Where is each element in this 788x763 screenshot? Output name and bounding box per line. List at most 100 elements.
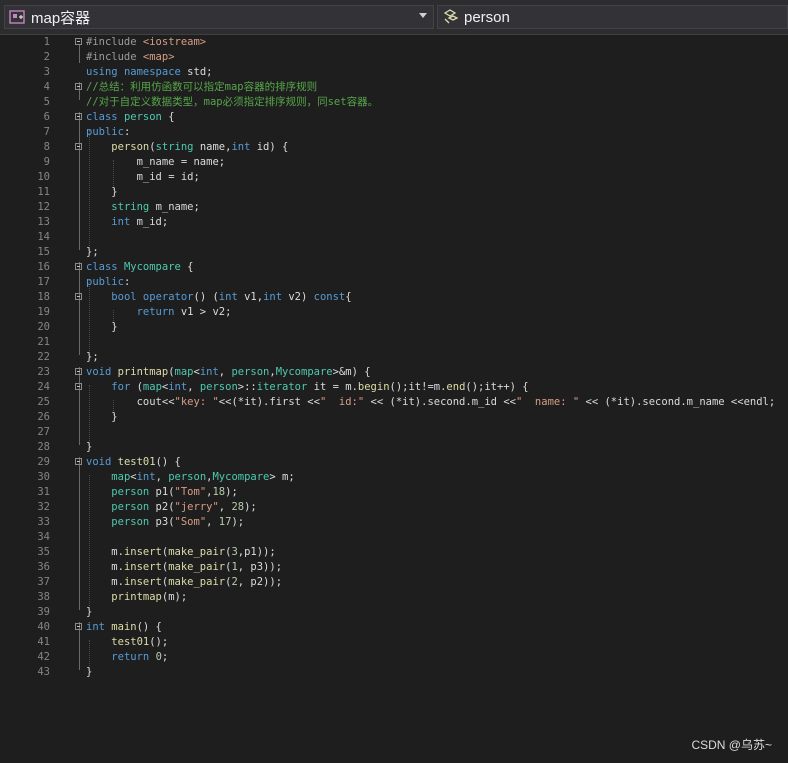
code-text: class person { <box>86 111 175 123</box>
code-text: class Mycompare { <box>86 261 194 273</box>
code-line[interactable]: 11 } <box>0 185 788 200</box>
line-number: 39 <box>37 606 50 618</box>
line-number: 24 <box>37 381 50 393</box>
code-line[interactable]: 9 m_name = name; <box>0 155 788 170</box>
code-editor[interactable]: 1 #include <iostream> 2 #include <map> 3 usin… <box>0 35 788 763</box>
navigation-bar: map容器 person <box>0 0 788 35</box>
collapse-toggle-icon[interactable] <box>75 38 82 45</box>
collapse-toggle-icon[interactable] <box>75 143 82 150</box>
code-text: test01(); <box>111 636 169 648</box>
code-line[interactable]: 37 m.insert(make_pair(2, p2)); <box>0 575 788 590</box>
code-text: m.insert(make_pair(3,p1)); <box>86 546 276 558</box>
line-number: 37 <box>37 576 50 588</box>
code-text: map<int, person,Mycompare> m; <box>111 471 295 483</box>
line-number: 14 <box>37 231 50 243</box>
code-line[interactable]: 14 <box>0 230 788 245</box>
code-line[interactable]: 38 printmap(m); <box>0 590 788 605</box>
code-line[interactable]: 40 int main() { <box>0 620 788 635</box>
code-line[interactable]: 29 void test01() { <box>0 455 788 470</box>
code-line[interactable]: 3 using namespace std; <box>0 65 788 80</box>
code-line[interactable]: 8 person(string name,int id) { <box>0 140 788 155</box>
collapse-toggle-icon[interactable] <box>75 113 82 120</box>
code-line[interactable]: 28} <box>0 440 788 455</box>
code-line[interactable]: 32 person p2("jerry", 28); <box>0 500 788 515</box>
line-number: 30 <box>37 471 50 483</box>
code-line[interactable]: 18 bool operator() (int v1,int v2) const… <box>0 290 788 305</box>
collapse-toggle-icon[interactable] <box>75 623 82 630</box>
line-number: 12 <box>37 201 50 213</box>
code-line[interactable]: 15}; <box>0 245 788 260</box>
code-line[interactable]: 2 #include <map> <box>0 50 788 65</box>
code-line[interactable]: 10 m_id = id; <box>0 170 788 185</box>
code-line[interactable]: 27 <box>0 425 788 440</box>
code-line[interactable]: 12 string m_name; <box>0 200 788 215</box>
code-line[interactable]: 43} <box>0 665 788 680</box>
collapse-toggle-icon[interactable] <box>75 458 82 465</box>
collapse-toggle-icon[interactable] <box>75 293 82 300</box>
line-number: 26 <box>37 411 50 423</box>
code-text: int main() { <box>86 621 162 633</box>
code-line[interactable]: 16 class Mycompare { <box>0 260 788 275</box>
code-line[interactable]: 22}; <box>0 350 788 365</box>
code-line[interactable]: 39} <box>0 605 788 620</box>
code-text: #include <iostream> <box>86 36 207 48</box>
code-line[interactable]: 4 //总结：利用仿函数可以指定map容器的排序规则 <box>0 80 788 95</box>
code-text: m.insert(make_pair(1, p3)); <box>86 561 283 573</box>
chevron-down-icon[interactable] <box>419 13 427 18</box>
code-line[interactable]: 26 } <box>0 410 788 425</box>
code-text: void test01() { <box>86 456 181 468</box>
collapse-toggle-icon[interactable] <box>75 383 82 390</box>
code-line[interactable]: 5 //对于自定义数据类型，map必须指定排序规则，同set容器。 <box>0 95 788 110</box>
line-number: 3 <box>43 66 50 78</box>
collapse-toggle-icon[interactable] <box>75 83 82 90</box>
code-line[interactable]: 31 person p1("Tom",18); <box>0 485 788 500</box>
code-line[interactable]: 23 void printmap(map<int, person,Mycompar… <box>0 365 788 380</box>
code-line[interactable]: 20 } <box>0 320 788 335</box>
code-line[interactable]: 13 int m_id; <box>0 215 788 230</box>
line-number: 9 <box>43 156 50 168</box>
code-line[interactable]: 30 map<int, person,Mycompare> m; <box>0 470 788 485</box>
watermark: CSDN @乌苏~ <box>691 738 772 752</box>
line-number: 20 <box>37 321 50 333</box>
code-text: } <box>86 321 118 333</box>
code-line[interactable]: 25 cout<<"key: "<<(*it).first <<" id:" <… <box>0 395 788 410</box>
code-text: person p2("jerry", 28); <box>111 501 257 513</box>
code-line[interactable]: 7 public: <box>0 125 788 140</box>
code-text: public: <box>86 276 131 288</box>
line-number: 33 <box>37 516 50 528</box>
code-text: //对于自定义数据类型，map必须指定排序规则，同set容器。 <box>86 96 379 108</box>
line-number: 31 <box>37 486 50 498</box>
code-text: person(string name,int id) { <box>111 141 289 153</box>
line-number: 23 <box>37 366 50 378</box>
collapse-toggle-icon[interactable] <box>75 368 82 375</box>
line-number: 40 <box>37 621 50 633</box>
line-number: 42 <box>37 651 50 663</box>
line-number: 28 <box>37 441 50 453</box>
code-line[interactable]: 1 #include <iostream> <box>0 35 788 50</box>
code-text: }; <box>86 246 99 258</box>
line-number: 2 <box>43 51 50 63</box>
code-line[interactable]: 41 test01(); <box>0 635 788 650</box>
scope-dropdown[interactable]: map容器 <box>4 5 434 29</box>
code-line[interactable]: 19 return v1 > v2; <box>0 305 788 320</box>
code-line[interactable]: 42 return 0; <box>0 650 788 665</box>
code-line[interactable]: 34 <box>0 530 788 545</box>
code-line[interactable]: 33 person p3("Som", 17); <box>0 515 788 530</box>
member-dropdown[interactable]: person <box>437 5 788 29</box>
line-number: 6 <box>43 111 50 123</box>
code-line[interactable]: 6 class person { <box>0 110 788 125</box>
code-line[interactable]: 17 public: <box>0 275 788 290</box>
code-text: public: <box>86 126 131 138</box>
line-number: 16 <box>37 261 50 273</box>
code-line[interactable]: 36 m.insert(make_pair(1, p3)); <box>0 560 788 575</box>
code-line[interactable]: 35 m.insert(make_pair(3,p1)); <box>0 545 788 560</box>
line-number: 27 <box>37 426 50 438</box>
code-line[interactable]: 21 <box>0 335 788 350</box>
collapse-toggle-icon[interactable] <box>75 263 82 270</box>
line-number: 21 <box>37 336 50 348</box>
code-text: }; <box>86 351 99 363</box>
line-number: 34 <box>37 531 50 543</box>
member-function-icon <box>443 9 459 24</box>
line-number: 41 <box>37 636 50 648</box>
code-line[interactable]: 24 for (map<int, person>::iterator it = … <box>0 380 788 395</box>
